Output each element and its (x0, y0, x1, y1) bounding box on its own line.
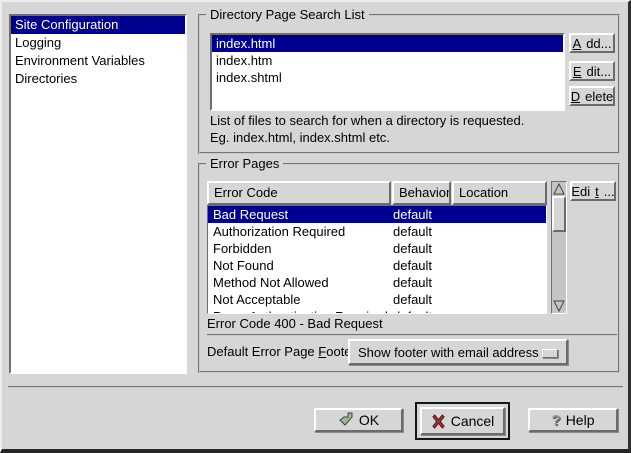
directory-search-frame: Directory Page Search List index.html in… (198, 14, 620, 154)
table-row[interactable]: Forbidden default (208, 240, 546, 257)
separator (8, 386, 623, 388)
help-button[interactable]: ? Help (528, 408, 618, 432)
directory-file-list[interactable]: index.html index.htm index.shtml (210, 33, 565, 111)
separator (207, 334, 617, 336)
column-header-error-code[interactable]: Error Code (207, 181, 391, 205)
add-button[interactable]: Add... (569, 33, 615, 53)
footer-dropdown[interactable]: Show footer with email address (348, 339, 568, 365)
footer-dropdown-value: Show footer with email address (358, 345, 542, 360)
file-list-caption-1: List of files to search for when a direc… (210, 113, 524, 129)
cancel-button-label: Cancel (451, 413, 495, 429)
dialog-window: Site Configuration Logging Environment V… (0, 0, 631, 453)
table-row[interactable]: Not Found default (208, 257, 546, 274)
error-table: Error Code Behavior Location Bad Request… (207, 181, 547, 314)
file-list-item[interactable]: index.htm (212, 52, 563, 69)
ok-check-arrow-icon (338, 412, 354, 428)
edit-button[interactable]: Edit... (569, 61, 615, 81)
delete-button[interactable]: Delete (569, 86, 615, 106)
vertical-scrollbar[interactable] (551, 181, 567, 314)
footer-dropdown-label: Default Error Page Footer: (207, 344, 359, 360)
help-question-icon: ? (552, 412, 561, 429)
edit-error-button[interactable]: Edit... (570, 181, 616, 201)
sidebar-item[interactable]: Logging (11, 34, 185, 52)
scrollbar-up-arrow-icon[interactable] (553, 183, 565, 195)
scrollbar-down-arrow-icon[interactable] (553, 300, 565, 312)
option-menu-indicator-icon (542, 349, 558, 358)
table-row[interactable]: Proxy Authentication Required default (208, 308, 546, 314)
table-row[interactable]: Bad Request default (208, 206, 546, 223)
default-button-frame: Cancel (415, 402, 510, 440)
error-code-status: Error Code 400 - Bad Request (207, 316, 383, 332)
frame-title: Directory Page Search List (206, 7, 369, 23)
category-list[interactable]: Site Configuration Logging Environment V… (9, 14, 187, 374)
column-header-behavior[interactable]: Behavior (392, 181, 451, 205)
error-table-header: Error Code Behavior Location (207, 181, 547, 205)
file-list-item[interactable]: index.html (212, 35, 563, 52)
sidebar-item[interactable]: Directories (11, 70, 185, 88)
error-table-body[interactable]: Bad Request default Authorization Requir… (207, 205, 547, 314)
scrollbar-thumb[interactable] (552, 196, 566, 232)
cancel-x-icon (431, 414, 446, 429)
frame-title: Error Pages (206, 156, 283, 172)
file-list-caption-2: Eg. index.html, index.shtml etc. (210, 130, 390, 146)
table-row[interactable]: Not Acceptable default (208, 291, 546, 308)
cancel-button[interactable]: Cancel (420, 407, 505, 435)
error-pages-frame: Error Pages Error Code Behavior Location… (198, 163, 620, 373)
sidebar-item[interactable]: Environment Variables (11, 52, 185, 70)
sidebar-item[interactable]: Site Configuration (11, 16, 185, 34)
column-header-location[interactable]: Location (452, 181, 547, 205)
table-row[interactable]: Authorization Required default (208, 223, 546, 240)
help-button-label: Help (566, 412, 595, 428)
ok-button[interactable]: OK (314, 408, 403, 432)
ok-button-label: OK (359, 412, 379, 428)
file-list-item[interactable]: index.shtml (212, 69, 563, 86)
table-row[interactable]: Method Not Allowed default (208, 274, 546, 291)
